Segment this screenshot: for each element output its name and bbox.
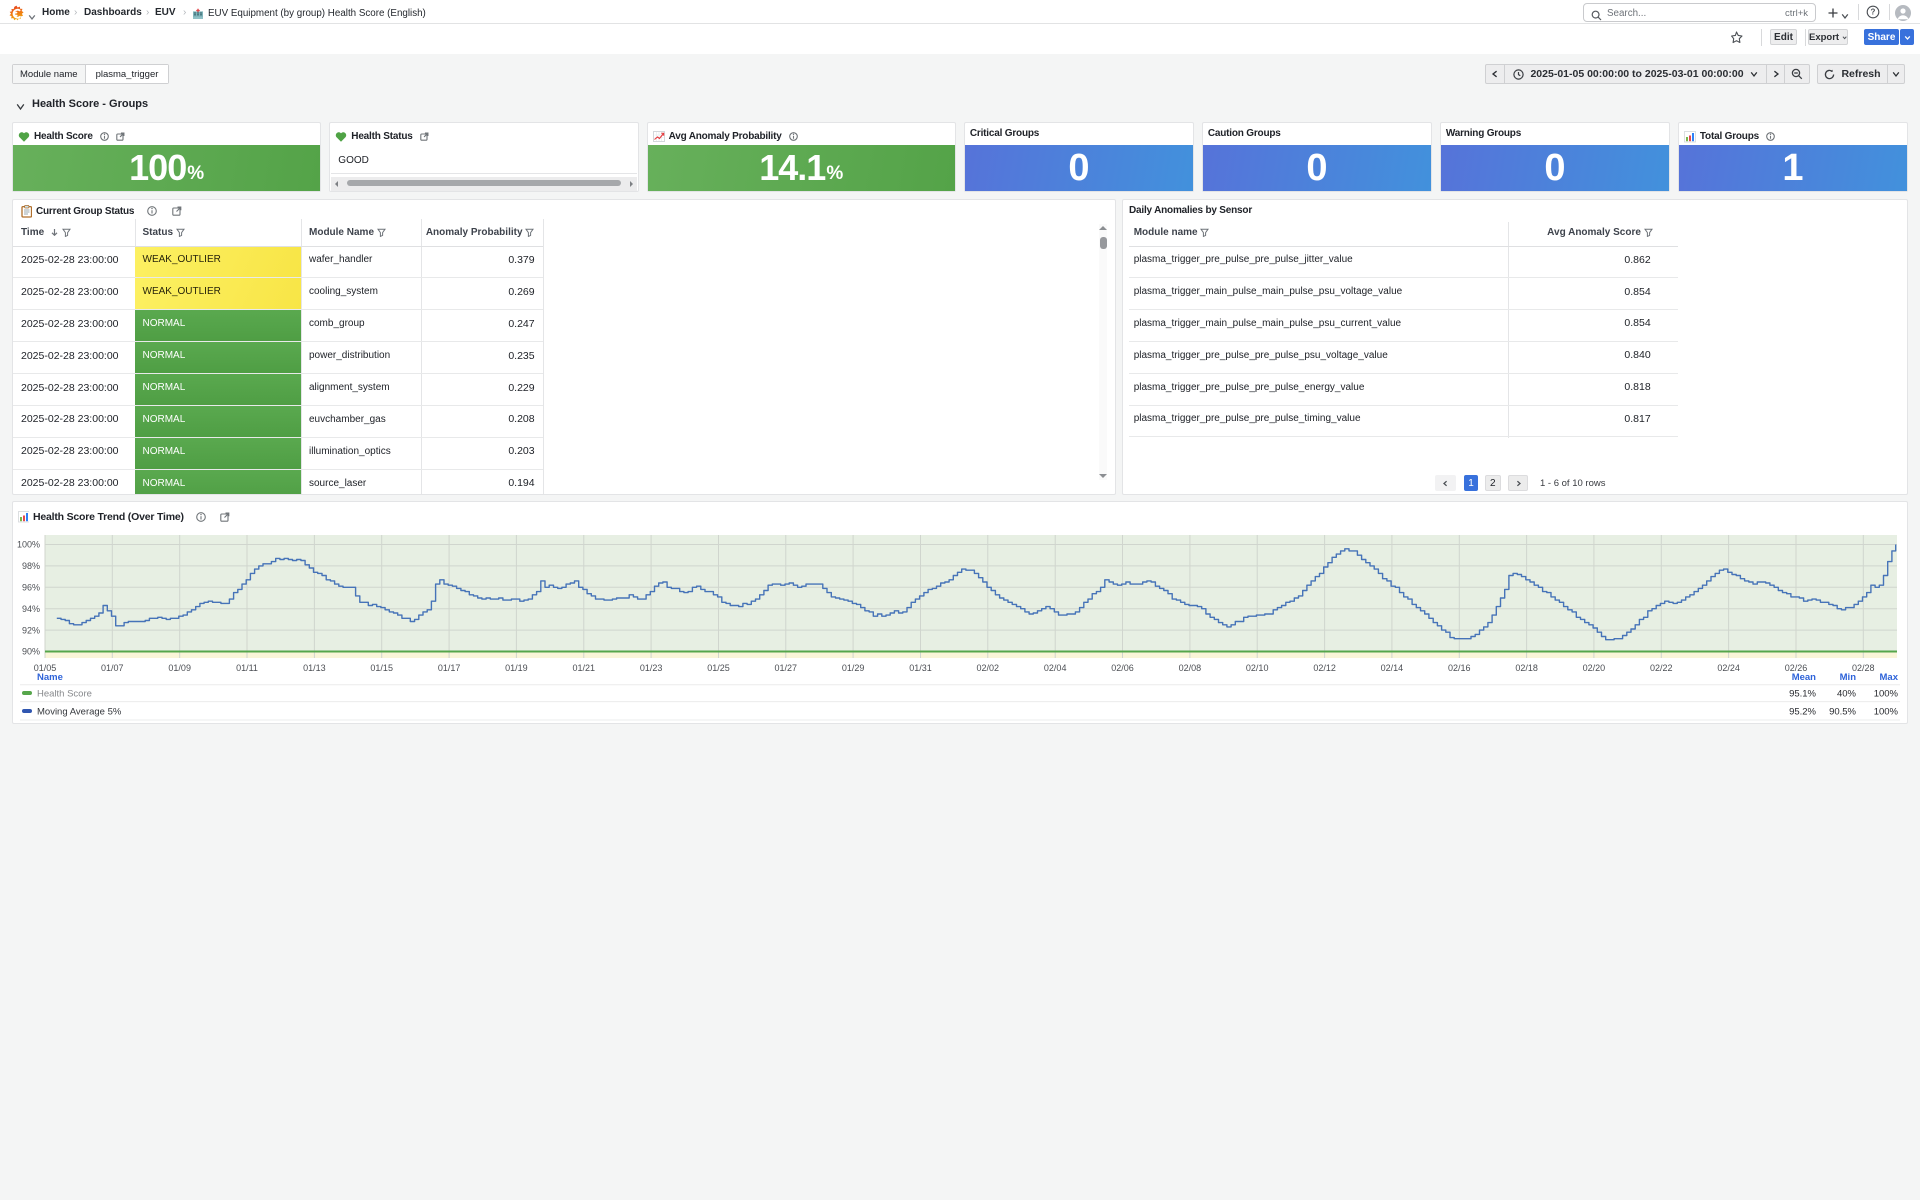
- svg-text:Min: Min: [1840, 672, 1857, 683]
- svg-text:01/21: 01/21: [573, 663, 596, 673]
- svg-text:100%: 100%: [1874, 707, 1899, 718]
- svg-text:01/19: 01/19: [505, 663, 528, 673]
- svg-text:Mean: Mean: [1792, 672, 1816, 683]
- svg-text:Name: Name: [37, 672, 63, 683]
- svg-text:01/13: 01/13: [303, 663, 326, 673]
- svg-text:95.1%: 95.1%: [1789, 689, 1816, 700]
- svg-text:98%: 98%: [22, 561, 40, 571]
- svg-text:01/11: 01/11: [236, 663, 258, 673]
- svg-text:01/25: 01/25: [707, 663, 730, 673]
- svg-text:02/06: 02/06: [1111, 663, 1134, 673]
- svg-text:02/12: 02/12: [1313, 663, 1336, 673]
- svg-text:92%: 92%: [22, 625, 40, 635]
- svg-text:02/04: 02/04: [1044, 663, 1067, 673]
- svg-text:02/24: 02/24: [1717, 663, 1740, 673]
- svg-text:01/23: 01/23: [640, 663, 663, 673]
- svg-text:01/15: 01/15: [370, 663, 393, 673]
- svg-text:01/31: 01/31: [909, 663, 932, 673]
- svg-text:02/20: 02/20: [1583, 663, 1606, 673]
- svg-text:Moving Average 5%: Moving Average 5%: [37, 707, 122, 718]
- svg-text:?: ?: [1871, 8, 1876, 17]
- svg-text:94%: 94%: [22, 604, 40, 614]
- svg-text:Health Score: Health Score: [37, 689, 92, 700]
- svg-text:02/10: 02/10: [1246, 663, 1269, 673]
- svg-text:96%: 96%: [22, 583, 40, 593]
- svg-text:01/07: 01/07: [101, 663, 124, 673]
- svg-text:02/16: 02/16: [1448, 663, 1471, 673]
- svg-text:100%: 100%: [1874, 689, 1899, 700]
- svg-text:90.5%: 90.5%: [1829, 707, 1856, 718]
- svg-text:02/02: 02/02: [977, 663, 1000, 673]
- svg-text:02/14: 02/14: [1381, 663, 1404, 673]
- svg-text:01/09: 01/09: [168, 663, 191, 673]
- svg-text:100%: 100%: [17, 540, 40, 550]
- svg-text:02/08: 02/08: [1179, 663, 1202, 673]
- svg-text:02/18: 02/18: [1515, 663, 1538, 673]
- svg-text:01/17: 01/17: [438, 663, 461, 673]
- svg-text:Max: Max: [1880, 672, 1899, 683]
- svg-text:01/29: 01/29: [842, 663, 865, 673]
- svg-text:90%: 90%: [22, 647, 40, 657]
- svg-text:02/22: 02/22: [1650, 663, 1673, 673]
- svg-text:95.2%: 95.2%: [1789, 707, 1816, 718]
- svg-text:01/27: 01/27: [775, 663, 798, 673]
- svg-text:40%: 40%: [1837, 689, 1857, 700]
